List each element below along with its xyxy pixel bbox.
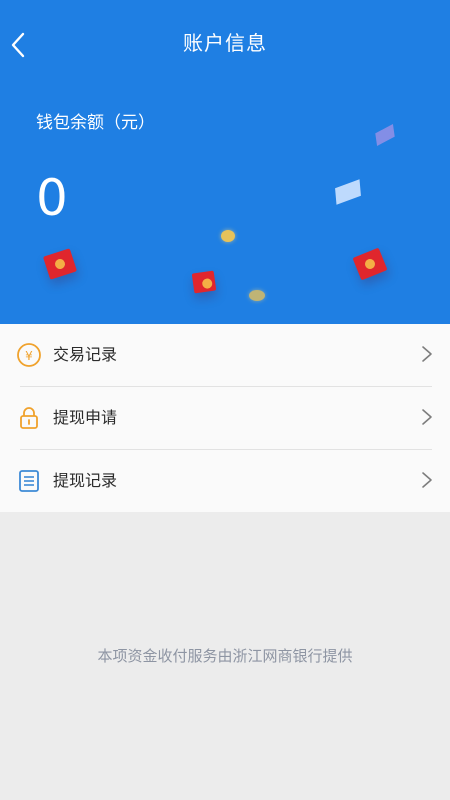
- chevron-right-icon: [422, 409, 432, 425]
- balance-label: 钱包余额（元）: [36, 113, 155, 133]
- lock-icon: [20, 407, 38, 429]
- account-header: 账户信息 钱包余额（元） 0: [0, 0, 450, 324]
- page-title: 账户信息: [183, 31, 267, 55]
- account-menu: ¥ 交易记录 提现申请 提现记录: [0, 324, 450, 512]
- menu-item-withdraw-request[interactable]: 提现申请: [0, 387, 450, 449]
- menu-item-label: 提现申请: [53, 408, 118, 427]
- coin-decoration: [249, 290, 265, 301]
- red-envelope-decoration: [191, 270, 217, 294]
- menu-item-withdraw-records[interactable]: 提现记录: [0, 450, 450, 512]
- banknote-decoration: [335, 179, 361, 205]
- red-envelope-decoration: [352, 247, 388, 281]
- menu-item-label: 提现记录: [53, 471, 118, 490]
- svg-text:¥: ¥: [25, 349, 33, 363]
- balance-value: 0: [36, 169, 68, 227]
- yuan-coin-icon: ¥: [17, 343, 41, 367]
- chevron-right-icon: [422, 472, 432, 488]
- banknote-decoration: [375, 123, 395, 147]
- chevron-right-icon: [422, 346, 432, 362]
- menu-item-label: 交易记录: [53, 345, 118, 364]
- bank-service-note: 本项资金收付服务由浙江网商银行提供: [97, 647, 353, 665]
- coin-decoration: [221, 230, 235, 242]
- list-document-icon: [19, 470, 39, 492]
- menu-item-transaction-records[interactable]: ¥ 交易记录: [0, 324, 450, 386]
- red-envelope-decoration: [42, 248, 78, 280]
